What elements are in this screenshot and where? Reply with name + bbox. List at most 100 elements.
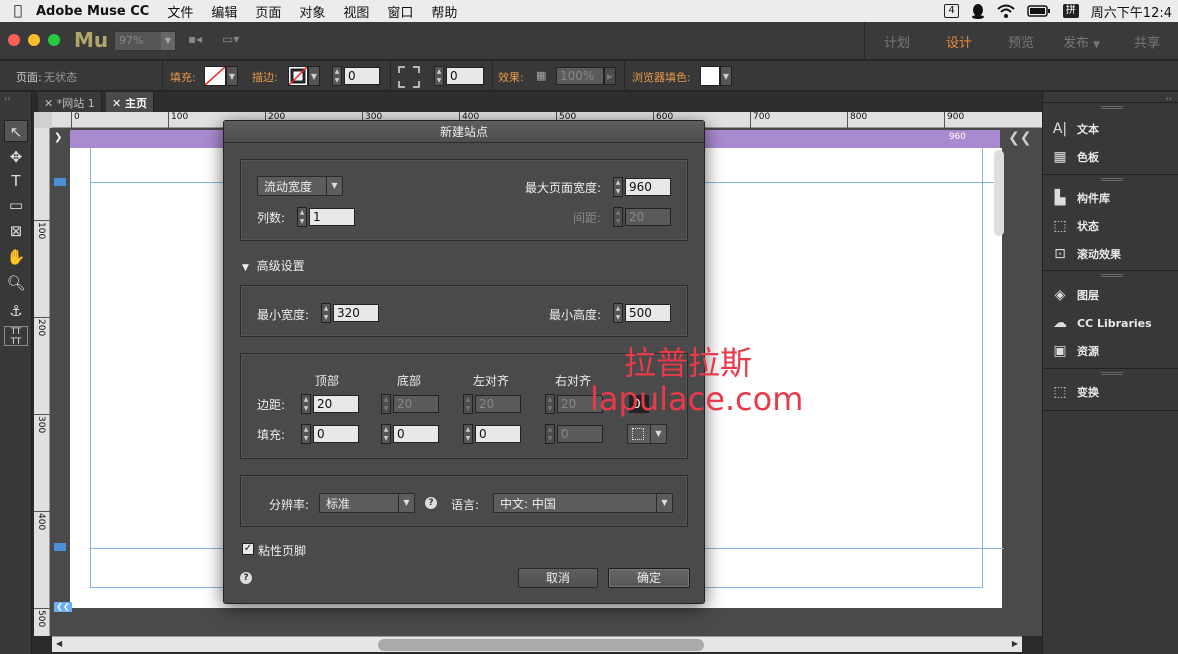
padding-top-stepper[interactable]: ▲ ▼ [301, 424, 311, 444]
wifi-icon[interactable] [997, 4, 1015, 18]
margin-top-input[interactable]: 20 [313, 395, 359, 413]
gutter-stepper[interactable]: ▲ ▼ [613, 207, 623, 227]
mode-preview[interactable]: 预览 [1008, 32, 1034, 51]
advanced-settings-toggle[interactable]: ▼ 高级设置 [242, 257, 305, 274]
rectangle-tool-icon[interactable]: ▭ [4, 194, 28, 216]
apple-icon[interactable]:  [0, 3, 36, 19]
stroke-width-input[interactable]: 0 [344, 67, 380, 85]
chevron-down-icon[interactable]: ▼ [226, 66, 238, 86]
zoom-dropdown[interactable]: 97% ▼ [114, 31, 176, 51]
opacity-input[interactable]: 100% [556, 67, 604, 85]
menu-help[interactable]: 帮助 [431, 2, 457, 21]
panel-text[interactable]: A| 文本 [1051, 118, 1099, 140]
columns-stepper[interactable]: ▲ ▼ [297, 207, 307, 227]
input-method-icon[interactable]: 拼 [1062, 4, 1079, 18]
menu-window[interactable]: 窗口 [387, 2, 413, 21]
tab-website-1[interactable]: ✕ *网站 1 [38, 92, 102, 112]
header-marker[interactable] [54, 178, 66, 186]
language-dropdown[interactable]: 中文: 中国 ▼ [493, 493, 673, 513]
panel-layers[interactable]: ◈ 图层 [1051, 284, 1099, 306]
mode-share[interactable]: 共享 [1134, 32, 1160, 51]
view-options-icon[interactable]: ▭▾ [222, 32, 239, 46]
max-width-stepper[interactable]: ▲ ▼ [613, 177, 623, 197]
close-icon[interactable]: ✕ [44, 97, 57, 110]
zoom-tool-icon[interactable]: 🔍︎ [4, 272, 28, 294]
horizontal-scrollbar[interactable]: ◀ ▶ [52, 636, 1022, 652]
margin-top-stepper[interactable]: ▲ ▼ [301, 394, 311, 414]
zoom-window-button[interactable] [48, 34, 60, 46]
qq-icon[interactable] [971, 3, 985, 19]
padding-bottom-stepper[interactable]: ▲ ▼ [381, 424, 391, 444]
chevron-left-icon[interactable]: ❮❮ [1008, 130, 1031, 146]
vertical-scrollbar[interactable] [994, 150, 1004, 236]
app-name-menu[interactable]: Adobe Muse CC [36, 4, 149, 19]
menu-file[interactable]: 文件 [167, 2, 193, 21]
margin-bottom-input[interactable]: 20 [393, 395, 439, 413]
chevron-down-icon[interactable]: ▼ [720, 66, 732, 86]
menu-view[interactable]: 视图 [343, 2, 369, 21]
place-icon[interactable]: ▪◂ [188, 32, 202, 46]
help-icon[interactable]: ? [240, 572, 252, 584]
min-width-input[interactable]: 320 [333, 304, 379, 322]
left-margin-guide[interactable] [90, 148, 91, 588]
panel-transform[interactable]: ⬚ 变换 [1051, 381, 1099, 403]
corner-radius-input[interactable]: 0 [446, 67, 484, 85]
frame-tool-icon[interactable]: ⊠ [4, 220, 28, 242]
menu-page[interactable]: 页面 [255, 2, 281, 21]
padding-bottom-input[interactable]: 0 [393, 425, 439, 443]
selection-tool-icon[interactable]: ↖ [4, 120, 28, 142]
tab-home[interactable]: ✕ 主页 [106, 92, 155, 112]
panel-grip[interactable] [1101, 274, 1123, 277]
margin-left-stepper[interactable]: ▲ ▼ [463, 394, 473, 414]
text-frame-tool-icon[interactable]: TT TT [4, 326, 28, 347]
panel-states[interactable]: ⬚ 状态 [1051, 215, 1099, 237]
breakpoint-width[interactable]: 960 [949, 132, 966, 142]
panel-swatches[interactable]: ▦ 色板 [1051, 146, 1099, 168]
hand-tool-icon[interactable]: ✋ [4, 246, 28, 268]
mode-design[interactable]: 设计 [946, 32, 972, 51]
stroke-stepper[interactable]: ▲ ▼ [332, 66, 342, 86]
chevron-right-icon[interactable]: ❯ [54, 132, 62, 143]
panel-grip[interactable] [1101, 106, 1123, 109]
browser-fill-swatch[interactable] [700, 66, 720, 86]
fill-label[interactable]: 填充: [170, 69, 196, 85]
collapse-icon[interactable]: ›› [4, 94, 10, 103]
text-tool-icon[interactable]: T [4, 170, 28, 192]
page-height-marker[interactable]: ❮❮ [54, 602, 72, 612]
minimize-window-button[interactable] [28, 34, 40, 46]
columns-input[interactable]: 1 [309, 208, 355, 226]
stroke-swatch[interactable] [288, 66, 308, 86]
margin-left-input[interactable]: 20 [475, 395, 521, 413]
resolution-dropdown[interactable]: 标准 ▼ [319, 493, 415, 513]
help-icon[interactable]: ? [425, 497, 437, 509]
ok-button[interactable]: 确定 [608, 568, 690, 588]
cancel-button[interactable]: 取消 [518, 568, 598, 588]
footer-marker[interactable] [54, 543, 66, 551]
padding-left-input[interactable]: 0 [475, 425, 521, 443]
layout-type-dropdown[interactable]: 流动宽度 ▼ [257, 176, 343, 196]
chevron-down-icon[interactable]: ▼ [308, 66, 320, 86]
panel-widgets[interactable]: ▙ 构件库 [1051, 187, 1110, 209]
padding-top-input[interactable]: 0 [313, 425, 359, 443]
corner-stepper[interactable]: ▲ ▼ [434, 66, 444, 86]
crop-tool-icon[interactable]: ✥ [4, 146, 28, 168]
min-width-stepper[interactable]: ▲ ▼ [321, 303, 331, 323]
stroke-label[interactable]: 描边: [252, 69, 278, 85]
panel-grip[interactable] [1101, 372, 1123, 375]
padding-right-input[interactable]: 0 [557, 425, 603, 443]
margin-right-stepper[interactable]: ▲ ▼ [545, 394, 555, 414]
menu-object[interactable]: 对象 [299, 2, 325, 21]
menubar-clock[interactable]: 周六下午12:4 [1091, 2, 1172, 21]
effects-label[interactable]: 效果: [498, 69, 524, 85]
padding-right-stepper[interactable]: ▲ ▼ [545, 424, 555, 444]
padding-left-stepper[interactable]: ▲ ▼ [463, 424, 473, 444]
browser-fill-label[interactable]: 浏览器填色: [632, 69, 691, 85]
page-state[interactable]: 无状态 [44, 69, 77, 85]
mode-plan[interactable]: 计划 [884, 32, 910, 51]
close-window-button[interactable] [8, 34, 20, 46]
gutter-input[interactable]: 20 [625, 208, 671, 226]
ruler-origin[interactable] [34, 112, 52, 128]
min-height-stepper[interactable]: ▲ ▼ [613, 303, 623, 323]
margin-bottom-stepper[interactable]: ▲ ▼ [381, 394, 391, 414]
fill-swatch[interactable] [204, 66, 226, 86]
